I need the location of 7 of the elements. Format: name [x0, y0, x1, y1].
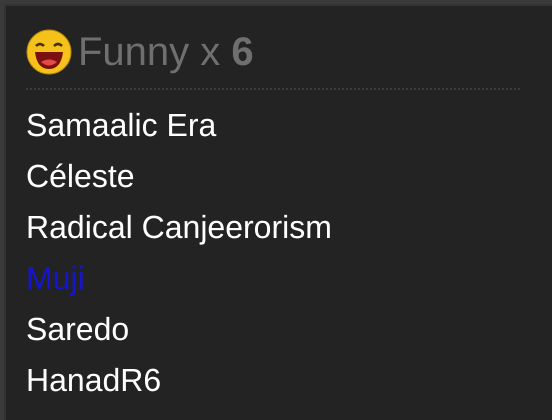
laughing-emoji-icon: [26, 29, 72, 75]
user-link[interactable]: Céleste: [26, 151, 134, 202]
user-link[interactable]: Samaalic Era: [26, 100, 216, 151]
reaction-label: Funny x 6: [78, 29, 254, 76]
user-link[interactable]: HanadR6: [26, 355, 162, 406]
user-link[interactable]: Radical Canjeerorism: [26, 202, 332, 253]
user-link[interactable]: Saredo: [26, 304, 130, 355]
